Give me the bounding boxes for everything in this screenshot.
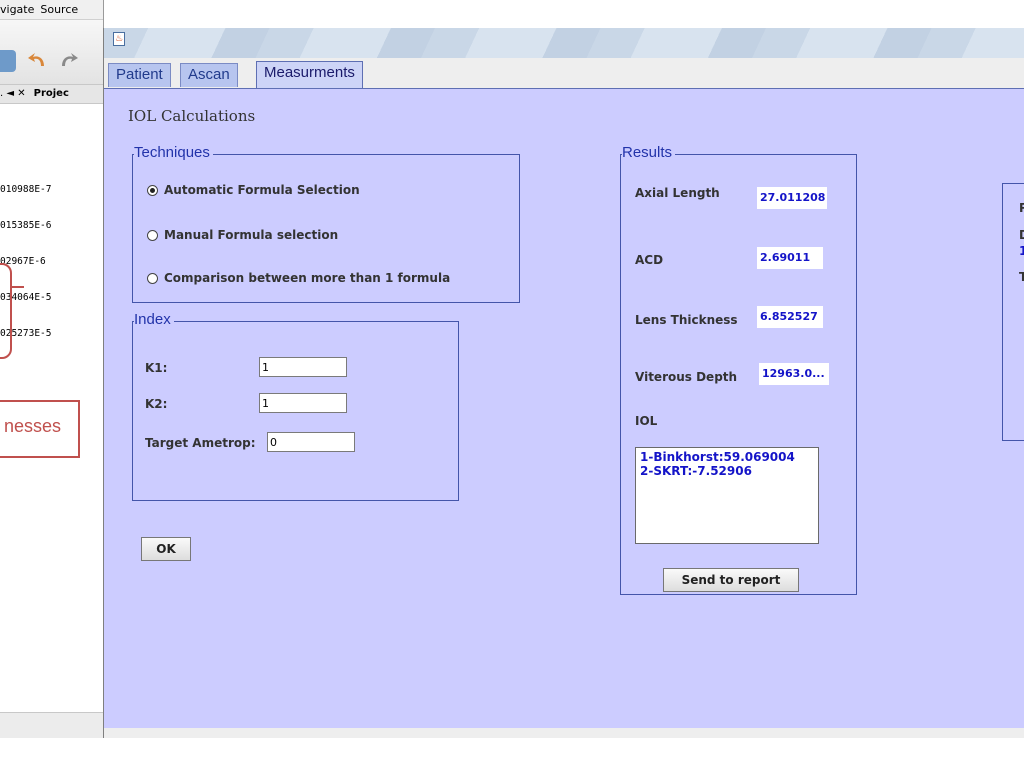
- java-app-icon[interactable]: ♨: [113, 32, 125, 46]
- page-title: IOL Calculations: [128, 107, 256, 125]
- results-legend: Results: [622, 144, 676, 161]
- code-line: 010988E-7: [0, 184, 52, 195]
- screen: vigate Source . ◄ ✕ Projec 010988E-7 01538…: [0, 0, 1024, 768]
- tab-patient[interactable]: Patient: [108, 63, 171, 87]
- techniques-legend: Techniques: [134, 144, 213, 161]
- k1-input[interactable]: 1: [259, 357, 347, 377]
- acd-value: 2.69011: [757, 247, 823, 269]
- target-ametrop-label: Target Ametrop:: [145, 436, 256, 450]
- ide-statusbar: [0, 712, 103, 738]
- ide-toolbar: [0, 20, 103, 84]
- radio-manual[interactable]: [147, 230, 158, 241]
- menu-navigate[interactable]: vigate: [0, 3, 34, 16]
- ide-tabstrip: . ◄ ✕ Projec: [0, 84, 103, 104]
- callout-text: nesses: [4, 416, 62, 436]
- annotation-callout: nesses: [0, 400, 80, 458]
- ide-tab-projects[interactable]: Projec: [34, 88, 69, 99]
- tab-measurments[interactable]: Measurments: [256, 61, 363, 89]
- iol-window: ♨ Patient Ascan Measurments IOL Calculat…: [103, 28, 1024, 738]
- title-bar[interactable]: ♨: [104, 28, 1024, 58]
- iol-result-line: 2-SKRT:-7.52906: [640, 464, 752, 478]
- clipped-value: 1: [1019, 244, 1024, 258]
- k1-label: K1:: [145, 361, 168, 375]
- radio-automatic[interactable]: [147, 185, 158, 196]
- k2-label: K2:: [145, 397, 168, 411]
- annotation-brace-tip: [10, 286, 24, 288]
- radio-comparison[interactable]: [147, 273, 158, 284]
- ide-tab-navigator[interactable]: . ◄ ✕: [0, 88, 26, 99]
- clipped-label: P: [1019, 201, 1024, 215]
- acd-label: ACD: [635, 253, 664, 267]
- iol-label: IOL: [635, 414, 658, 428]
- annotation-brace: [0, 263, 12, 359]
- code-line: 015385E-6: [0, 220, 52, 231]
- undo-icon[interactable]: [26, 50, 48, 72]
- clipped-label: D: [1019, 228, 1024, 242]
- measurements-panel: IOL Calculations Techniques Automatic Fo…: [104, 88, 1024, 728]
- techniques-group: Techniques Automatic Formula Selection M…: [132, 144, 520, 303]
- index-legend: Index: [134, 311, 174, 328]
- ide-menubar: vigate Source: [0, 0, 103, 20]
- radio-manual-label[interactable]: Manual Formula selection: [164, 228, 338, 242]
- k2-input[interactable]: 1: [259, 393, 347, 413]
- clipped-label: T: [1019, 270, 1024, 284]
- viterous-depth-label: Viterous Depth: [635, 370, 738, 384]
- tab-ascan[interactable]: Ascan: [180, 63, 238, 87]
- target-ametrop-input[interactable]: 0: [267, 432, 355, 452]
- redo-icon[interactable]: [58, 50, 80, 72]
- axial-length-label: Axial Length: [635, 186, 720, 200]
- iol-result-line: 1-Binkhorst:59.069004: [640, 450, 795, 464]
- save-icon[interactable]: [0, 50, 16, 72]
- results-group: Results Axial Length 27.011208 ACD 2.690…: [620, 144, 857, 595]
- clipped-panel: P D 1 T: [1002, 183, 1024, 441]
- lens-thickness-value: 6.852527: [757, 306, 823, 328]
- radio-comparison-label[interactable]: Comparison between more than 1 formula: [164, 271, 450, 285]
- index-group: Index K1: 1 K2: 1 Target Ametrop: 0: [132, 311, 459, 501]
- ide-window: vigate Source . ◄ ✕ Projec 010988E-7 01538…: [0, 0, 104, 738]
- axial-length-value: 27.011208: [757, 187, 827, 209]
- send-to-report-button[interactable]: Send to report: [663, 568, 799, 592]
- menu-source[interactable]: Source: [40, 3, 78, 16]
- lens-thickness-label: Lens Thickness: [635, 313, 738, 327]
- ok-button[interactable]: OK: [141, 537, 191, 561]
- iol-results-textarea[interactable]: 1-Binkhorst:59.069004 2-SKRT:-7.52906: [635, 447, 819, 544]
- radio-automatic-label[interactable]: Automatic Formula Selection: [164, 183, 360, 197]
- tab-row: [104, 58, 1024, 88]
- viterous-depth-value: 12963.0...: [759, 363, 829, 385]
